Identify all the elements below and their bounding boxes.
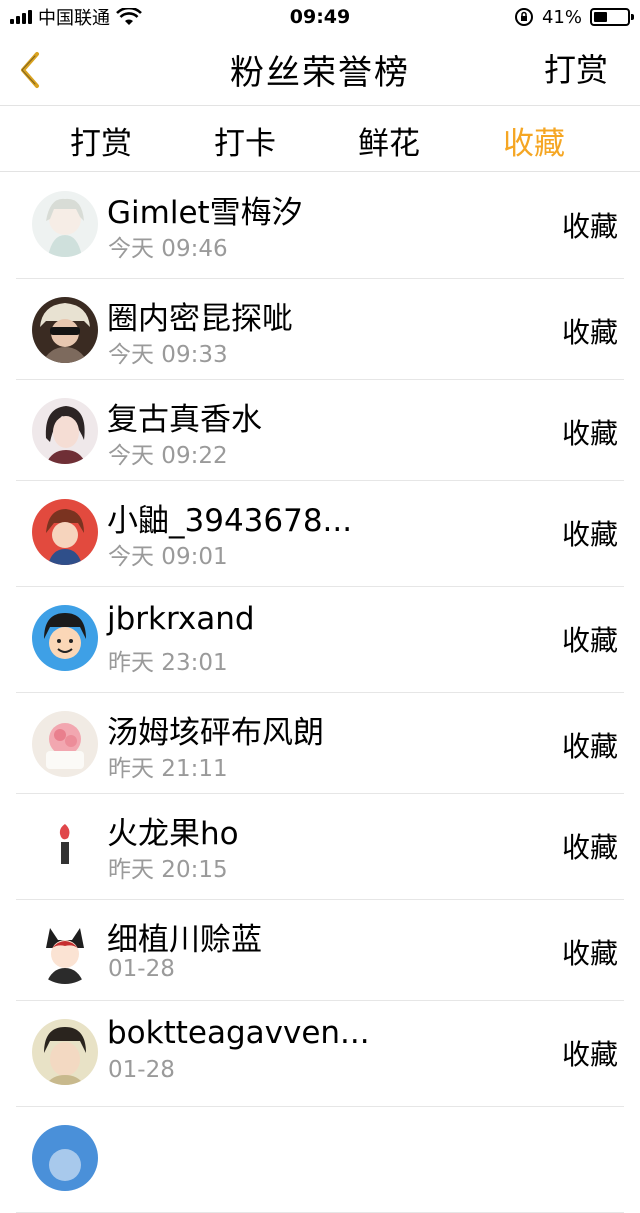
list-item[interactable]: 细植川赊蓝 01-28 收藏 (16, 900, 624, 1001)
list-item[interactable]: 圈内密昆探呲 今天 09:33 收藏 (16, 279, 624, 380)
carrier-label: 中国联通 (38, 8, 110, 29)
fan-name: 细植川赊蓝 (107, 922, 262, 958)
avatar (32, 1019, 98, 1085)
tab-reward[interactable]: 打赏 (70, 118, 132, 163)
fan-time: 今天 09:01 (108, 544, 228, 570)
fan-time: 01-28 (108, 1057, 175, 1083)
fan-time: 今天 09:46 (108, 236, 228, 262)
fan-action: 收藏 (561, 624, 618, 657)
fan-action: 收藏 (561, 831, 618, 864)
fan-name: jbrkrxand (107, 601, 255, 637)
tab-bar: 打赏 打卡 鲜花 收藏 (0, 106, 640, 172)
list-item[interactable] (16, 1107, 624, 1213)
fan-name: 火龙果ho (107, 816, 239, 852)
list-item[interactable]: Gimlet雪梅汐 今天 09:46 收藏 (16, 173, 624, 279)
status-left: 中国联通 (10, 4, 142, 30)
list-item[interactable]: 汤姆垓砰布风朗 昨天 21:11 收藏 (16, 693, 624, 794)
fan-name: 复古真香水 (107, 402, 262, 438)
tab-checkin[interactable]: 打卡 (214, 118, 276, 163)
fan-time: 昨天 23:01 (108, 650, 228, 676)
avatar (32, 297, 98, 363)
avatar (32, 605, 98, 671)
fan-action: 收藏 (561, 210, 618, 243)
status-right: 41% (514, 6, 634, 28)
wifi-icon (116, 8, 142, 25)
battery-icon (590, 8, 634, 26)
list-item[interactable]: 复古真香水 今天 09:22 收藏 (16, 380, 624, 481)
fan-name: 圈内密昆探呲 (107, 301, 293, 337)
fan-name: boktteagavven... (107, 1015, 370, 1051)
list-item[interactable]: jbrkrxand 昨天 23:01 收藏 (16, 587, 624, 693)
fan-action: 收藏 (561, 937, 618, 970)
avatar (32, 812, 98, 878)
fan-action: 收藏 (561, 518, 618, 551)
avatar (32, 398, 98, 464)
battery-fill (594, 12, 608, 22)
fan-action: 收藏 (561, 417, 618, 450)
avatar (32, 1125, 98, 1191)
reward-button[interactable]: 打赏 (544, 48, 608, 92)
avatar (32, 191, 98, 257)
back-arrow-icon (21, 52, 39, 88)
tab-flowers[interactable]: 鲜花 (358, 118, 420, 163)
fan-name: Gimlet雪梅汐 (107, 195, 303, 231)
fan-name: 汤姆垓砰布风朗 (107, 715, 324, 751)
signal-icon (10, 10, 32, 24)
list-item[interactable]: boktteagavven... 01-28 收藏 (16, 1001, 624, 1107)
fan-time: 今天 09:22 (108, 443, 228, 469)
avatar (32, 711, 98, 777)
fan-time: 昨天 20:15 (108, 857, 228, 883)
nav-bar: 粉丝荣誉榜 打赏 (0, 34, 640, 106)
fan-action: 收藏 (561, 1038, 618, 1071)
list-item[interactable]: 小鼬_3943678... 今天 09:01 收藏 (16, 481, 624, 587)
avatar (32, 499, 98, 565)
battery-percent: 41% (541, 6, 582, 28)
fan-name: 小鼬_3943678... (107, 503, 353, 539)
avatar (32, 918, 98, 984)
page-title: 粉丝荣誉榜 (230, 53, 410, 93)
rotation-lock-icon (514, 8, 533, 26)
status-bar: 中国联通 09:49 41% (0, 0, 640, 34)
back-button[interactable] (10, 48, 50, 92)
fan-time: 今天 09:33 (108, 342, 228, 368)
fan-time: 昨天 21:11 (108, 756, 228, 782)
list-item[interactable]: 火龙果ho 昨天 20:15 收藏 (16, 794, 624, 900)
tab-favorites[interactable]: 收藏 (503, 118, 565, 163)
fan-time: 01-28 (108, 956, 175, 982)
fan-action: 收藏 (561, 316, 618, 349)
fan-action: 收藏 (561, 730, 618, 763)
fan-list: Gimlet雪梅汐 今天 09:46 收藏 圈内密昆探呲 今天 09:33 收藏 (0, 173, 640, 1213)
